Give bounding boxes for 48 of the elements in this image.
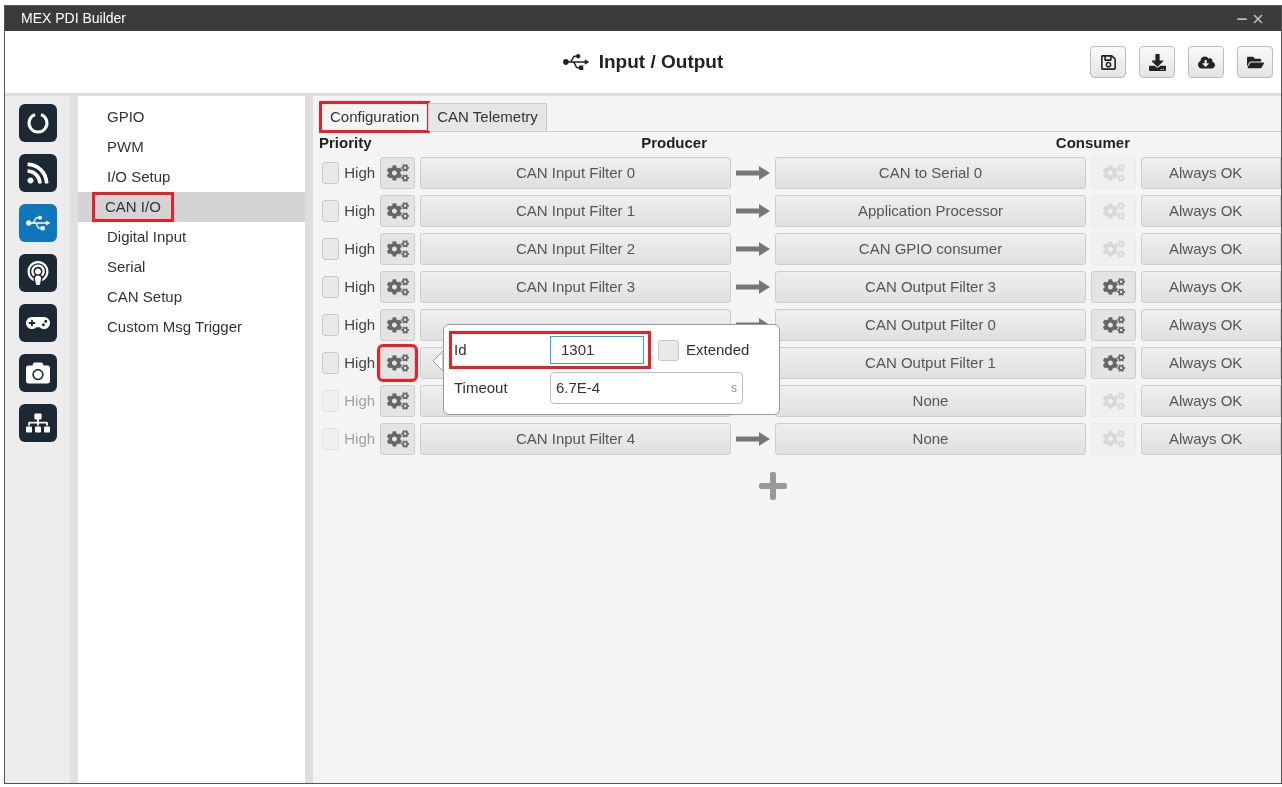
status-button[interactable]: Always OK	[1141, 195, 1281, 227]
producer-button[interactable]: CAN Input Filter 4	[420, 423, 731, 455]
producer-button[interactable]: CAN Input Filter 0	[420, 157, 731, 189]
producer-button[interactable]: CAN Input Filter 1	[420, 195, 731, 227]
consumer-button[interactable]: Application Processor	[775, 195, 1086, 227]
timeout-label: Timeout	[453, 377, 509, 398]
priority-label: High	[344, 352, 376, 373]
status-button[interactable]: Always OK	[1141, 233, 1281, 265]
nav-item[interactable]: I/O Setup	[78, 162, 305, 192]
priority-label: High	[344, 162, 376, 183]
column-header: Priority	[319, 132, 373, 153]
consumer-button[interactable]: CAN GPIO consumer	[775, 233, 1086, 265]
nav-item[interactable]: PWM	[78, 132, 305, 162]
priority-label: High	[344, 428, 376, 449]
consumer-button[interactable]: CAN Output Filter 3	[775, 271, 1086, 303]
page-title: Input / Output	[598, 49, 724, 74]
nav-item[interactable]: CAN I/O	[78, 192, 305, 222]
consumer-button[interactable]: CAN Output Filter 0	[775, 309, 1086, 341]
column-header: Consumer	[1054, 132, 1131, 153]
id-label: Id	[453, 339, 468, 360]
producer-button[interactable]: CAN Input Filter 3	[420, 271, 731, 303]
status-button[interactable]: Always OK	[1141, 385, 1281, 417]
tab[interactable]: CAN Telemetry	[428, 103, 547, 131]
priority-label: High	[344, 276, 376, 297]
priority-label: High	[344, 238, 376, 259]
nav-item[interactable]: CAN Setup	[78, 282, 305, 312]
id-field[interactable]: 1301	[550, 336, 644, 364]
nav-item[interactable]: Custom Msg Trigger	[78, 312, 305, 342]
nav-item[interactable]: Digital Input	[78, 222, 305, 252]
consumer-button[interactable]: CAN to Serial 0	[775, 157, 1086, 189]
consumer-button[interactable]: None	[775, 423, 1086, 455]
nav-item[interactable]: GPIO	[78, 102, 305, 132]
status-button[interactable]: Always OK	[1141, 309, 1281, 341]
priority-label: High	[344, 314, 376, 335]
timeout-field[interactable]: 6.7E-4 s	[550, 372, 743, 404]
nav-item[interactable]: Serial	[78, 252, 305, 282]
window-title: MEX PDI Builder	[21, 9, 127, 28]
tab[interactable]: Configuration	[321, 103, 429, 131]
producer-button[interactable]: CAN Input Filter 2	[420, 233, 731, 265]
status-button[interactable]: Always OK	[1141, 271, 1281, 303]
status-button[interactable]: Always OK	[1141, 423, 1281, 455]
consumer-button[interactable]: None	[775, 385, 1086, 417]
status-button[interactable]: Always OK	[1141, 157, 1281, 189]
priority-label: High	[344, 390, 376, 411]
column-header: Producer	[640, 132, 708, 153]
status-button[interactable]: Always OK	[1141, 347, 1281, 379]
priority-label: High	[344, 200, 376, 221]
extended-label: Extended	[686, 339, 750, 360]
